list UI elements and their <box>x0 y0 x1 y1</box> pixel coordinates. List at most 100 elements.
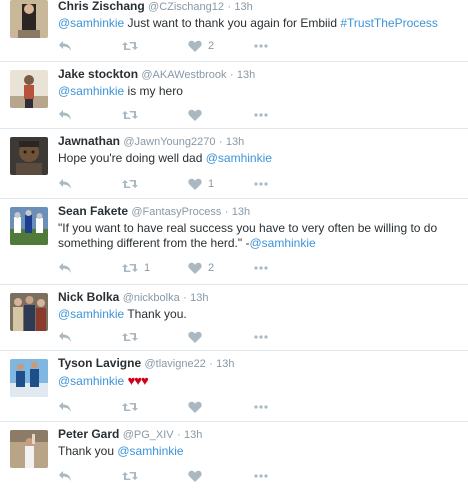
timestamp[interactable]: 13h <box>184 429 202 441</box>
more-button[interactable] <box>254 107 268 123</box>
more-button[interactable] <box>254 176 268 192</box>
timestamp[interactable]: 13h <box>237 69 255 81</box>
tweet[interactable]: Peter Gard @PG_XIV · 13h Thank you @samh… <box>0 422 468 492</box>
tweet-actions: 1 2 <box>58 260 358 276</box>
mention-link[interactable]: @samhinkie <box>117 444 183 458</box>
avatar[interactable] <box>10 137 48 175</box>
reply-button[interactable] <box>58 260 72 276</box>
mention-link[interactable]: @samhinkie <box>249 236 315 250</box>
timestamp[interactable]: 13h <box>216 358 234 370</box>
avatar[interactable] <box>10 430 48 468</box>
username[interactable]: @AKAWestbrook <box>141 69 226 81</box>
display-name[interactable]: Peter Gard <box>58 427 119 441</box>
retweet-button[interactable] <box>122 329 144 345</box>
timestamp[interactable]: 13h <box>226 136 244 148</box>
retweet-count: 1 <box>144 262 151 274</box>
more-button[interactable] <box>254 260 268 276</box>
like-button[interactable] <box>188 107 208 123</box>
tweet-text-segment: Thank you <box>58 444 118 458</box>
avatar[interactable] <box>10 293 48 331</box>
display-name[interactable]: Nick Bolka <box>58 290 119 304</box>
reply-icon <box>59 41 71 51</box>
like-count: 2 <box>208 40 215 52</box>
heart-icon <box>188 401 202 413</box>
more-button[interactable] <box>254 329 268 345</box>
retweet-icon <box>122 111 138 119</box>
more-icon <box>254 474 268 478</box>
tweet[interactable]: Tyson Lavigne @tlavigne22 · 13h @samhink… <box>0 351 468 422</box>
separator-dot: · <box>224 206 229 218</box>
separator-dot: · <box>218 136 223 148</box>
avatar[interactable] <box>10 70 48 108</box>
more-button[interactable] <box>254 468 268 484</box>
retweet-button[interactable]: 1 <box>122 260 150 276</box>
tweet[interactable]: Jake stockton @AKAWestbrook · 13h @samhi… <box>0 62 468 129</box>
like-button[interactable] <box>188 329 208 345</box>
like-button[interactable]: 1 <box>188 176 214 192</box>
like-button[interactable] <box>188 399 208 415</box>
display-name[interactable]: Sean Fakete <box>58 204 128 218</box>
username[interactable]: @PG_XIV <box>123 429 174 441</box>
tweet-text: @samhinkie ♥♥♥ <box>58 373 458 389</box>
retweet-icon <box>122 264 138 272</box>
mention-link[interactable]: @samhinkie <box>58 84 124 98</box>
reply-button[interactable] <box>58 176 72 192</box>
display-name[interactable]: Chris Zischang <box>58 0 145 13</box>
tweet-text: @samhinkie Just want to thank you again … <box>58 16 458 31</box>
display-name[interactable]: Jawnathan <box>58 134 120 148</box>
retweet-button[interactable] <box>122 468 144 484</box>
like-button[interactable]: 2 <box>188 260 214 276</box>
tweet-header: Tyson Lavigne @tlavigne22 · 13h <box>58 356 235 370</box>
mention-link[interactable]: @samhinkie <box>58 307 124 321</box>
reply-button[interactable] <box>58 329 72 345</box>
like-button[interactable]: 2 <box>188 38 214 54</box>
avatar[interactable] <box>10 359 48 397</box>
username[interactable]: @FantasyProcess <box>131 206 221 218</box>
tweet-actions <box>58 399 358 415</box>
more-button[interactable] <box>254 399 268 415</box>
avatar[interactable] <box>10 0 48 38</box>
tweet[interactable]: Chris Zischang @CZischang12 · 13h @samhi… <box>0 0 468 62</box>
more-button[interactable] <box>254 38 268 54</box>
mention-link[interactable]: @samhinkie <box>58 16 124 30</box>
mention-link[interactable]: @samhinkie <box>58 374 124 388</box>
tweet[interactable]: Sean Fakete @FantasyProcess · 13h "If yo… <box>0 199 468 285</box>
display-name[interactable]: Jake stockton <box>58 67 138 81</box>
hashtag-link[interactable]: #TrustTheProcess <box>340 16 438 30</box>
avatar[interactable] <box>10 207 48 245</box>
retweet-button[interactable] <box>122 107 144 123</box>
tweet-text-segment: Just want to thank you again for Embiid <box>124 16 341 30</box>
reply-button[interactable] <box>58 38 72 54</box>
timestamp[interactable]: 13h <box>190 292 208 304</box>
separator-dot: · <box>209 358 213 370</box>
timestamp[interactable]: 13h <box>234 1 252 13</box>
tweet-text: Thank you @samhinkie <box>58 444 458 459</box>
retweet-button[interactable] <box>122 176 144 192</box>
separator-dot: · <box>229 69 234 81</box>
reply-icon <box>59 110 71 120</box>
retweet-button[interactable] <box>122 399 144 415</box>
retweet-button[interactable] <box>122 38 144 54</box>
username[interactable]: @CZischang12 <box>148 1 224 13</box>
tweet-header: Chris Zischang @CZischang12 · 13h <box>58 0 253 13</box>
separator-dot: · <box>176 429 181 441</box>
like-count: 2 <box>208 262 215 274</box>
username[interactable]: @tlavigne22 <box>144 358 205 370</box>
username[interactable]: @JawnYoung2270 <box>123 136 215 148</box>
tweet[interactable]: Nick Bolka @nickbolka · 13h @samhinkie T… <box>0 285 468 351</box>
reply-button[interactable] <box>58 107 72 123</box>
timestamp[interactable]: 13h <box>232 206 250 218</box>
separator-dot: · <box>227 1 232 13</box>
tweet-text-segment: Hope you're doing well dad <box>58 151 206 165</box>
reply-button[interactable] <box>58 399 72 415</box>
reply-button[interactable] <box>58 468 72 484</box>
display-name[interactable]: Tyson Lavigne <box>58 356 141 370</box>
tweet[interactable]: Jawnathan @JawnYoung2270 · 13h Hope you'… <box>0 129 468 199</box>
username[interactable]: @nickbolka <box>123 292 180 304</box>
like-button[interactable] <box>188 468 208 484</box>
tweet-header: Jawnathan @JawnYoung2270 · 13h <box>58 134 244 148</box>
mention-link[interactable]: @samhinkie <box>206 151 272 165</box>
tweet-header: Peter Gard @PG_XIV · 13h <box>58 427 202 441</box>
reply-icon <box>59 402 71 412</box>
retweet-icon <box>122 333 138 341</box>
